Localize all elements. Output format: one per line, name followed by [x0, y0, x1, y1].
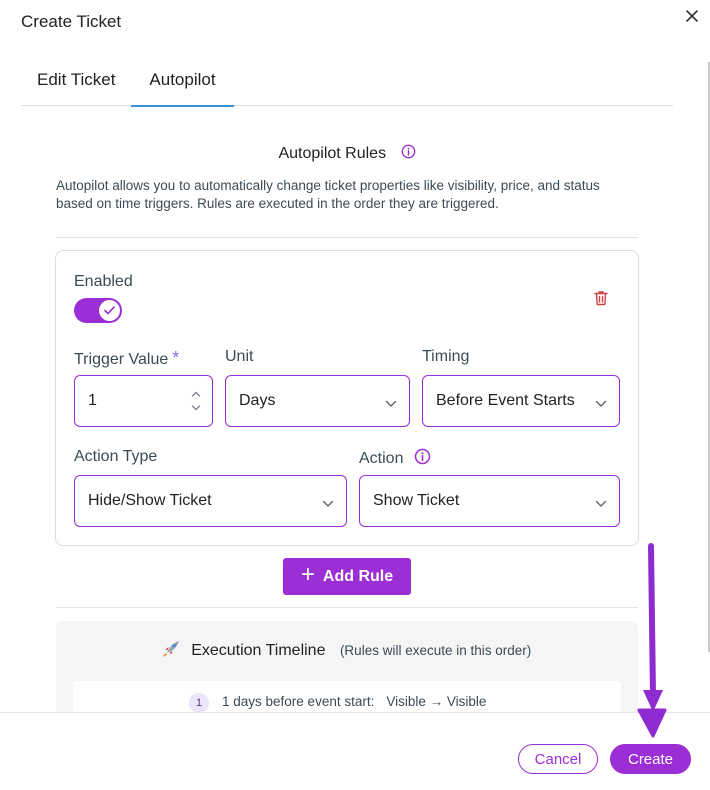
action-type-value: Hide/Show Ticket: [88, 492, 212, 509]
divider: [56, 607, 638, 608]
timeline-title: Execution Timeline: [191, 642, 326, 659]
timeline-subtitle: (Rules will execute in this order): [339, 643, 532, 658]
enabled-toggle[interactable]: [74, 298, 122, 323]
action-type-label: Action Type: [74, 448, 158, 465]
divider: [56, 237, 638, 238]
delete-rule-button[interactable]: [592, 289, 610, 307]
add-rule-button[interactable]: + Add Rule: [283, 558, 411, 595]
trigger-value-label: Trigger Value *: [74, 348, 179, 369]
cancel-button[interactable]: Cancel: [518, 744, 598, 774]
timeline-item-change: Visible → Visible: [386, 694, 487, 709]
action-select[interactable]: Show Ticket: [359, 475, 620, 527]
trigger-value-input[interactable]: 1: [74, 375, 213, 427]
close-icon: [686, 10, 698, 22]
rocket-icon: [163, 639, 181, 662]
timing-select[interactable]: Before Event Starts: [422, 375, 620, 427]
dialog-title: Create Ticket: [21, 12, 122, 31]
chevron-down-icon: [322, 495, 334, 513]
autopilot-description: Autopilot allows you to automatically ch…: [56, 178, 600, 211]
plus-icon: +: [300, 561, 315, 588]
unit-select[interactable]: Days: [225, 375, 410, 427]
close-button[interactable]: [680, 4, 704, 28]
trash-icon: [594, 291, 608, 306]
timeline-header: Execution Timeline (Rules will execute i…: [56, 639, 638, 662]
timeline-item-number: 1: [189, 693, 209, 713]
timeline-item-trigger: 1 days before event start:: [222, 694, 375, 709]
check-icon: [104, 306, 115, 315]
trigger-value-text: 1: [88, 392, 97, 409]
info-icon[interactable]: [401, 144, 416, 164]
trigger-value-label-text: Trigger Value: [74, 351, 169, 368]
autopilot-header: Autopilot Rules: [0, 144, 694, 164]
stepper-icon[interactable]: [191, 390, 201, 417]
chevron-down-icon: [385, 395, 397, 413]
action-label: Action: [359, 450, 404, 467]
create-button[interactable]: Create: [610, 744, 691, 774]
required-asterisk: *: [172, 348, 180, 368]
toggle-knob: [99, 300, 120, 321]
timeline-item-text: 1 days before event start: Visible → Visi…: [222, 694, 486, 709]
action-type-select[interactable]: Hide/Show Ticket: [74, 475, 347, 527]
unit-value: Days: [239, 392, 276, 409]
chevron-down-icon: [595, 495, 607, 513]
execution-timeline: Execution Timeline (Rules will execute i…: [56, 621, 638, 721]
enabled-label: Enabled: [74, 273, 133, 290]
add-rule-label: Add Rule: [322, 567, 394, 585]
action-label-group: Action: [359, 448, 431, 470]
info-icon[interactable]: [414, 448, 431, 470]
unit-label: Unit: [225, 348, 254, 365]
chevron-down-icon: [595, 395, 607, 413]
tab-autopilot[interactable]: Autopilot: [131, 62, 234, 107]
tab-bar: Edit Ticket Autopilot: [21, 62, 673, 107]
timing-label: Timing: [422, 348, 470, 365]
dialog-footer: [0, 712, 710, 790]
tab-edit-ticket[interactable]: Edit Ticket: [37, 62, 115, 106]
action-value: Show Ticket: [373, 492, 460, 509]
timing-value: Before Event Starts: [436, 392, 575, 409]
autopilot-title: Autopilot Rules: [278, 145, 387, 162]
